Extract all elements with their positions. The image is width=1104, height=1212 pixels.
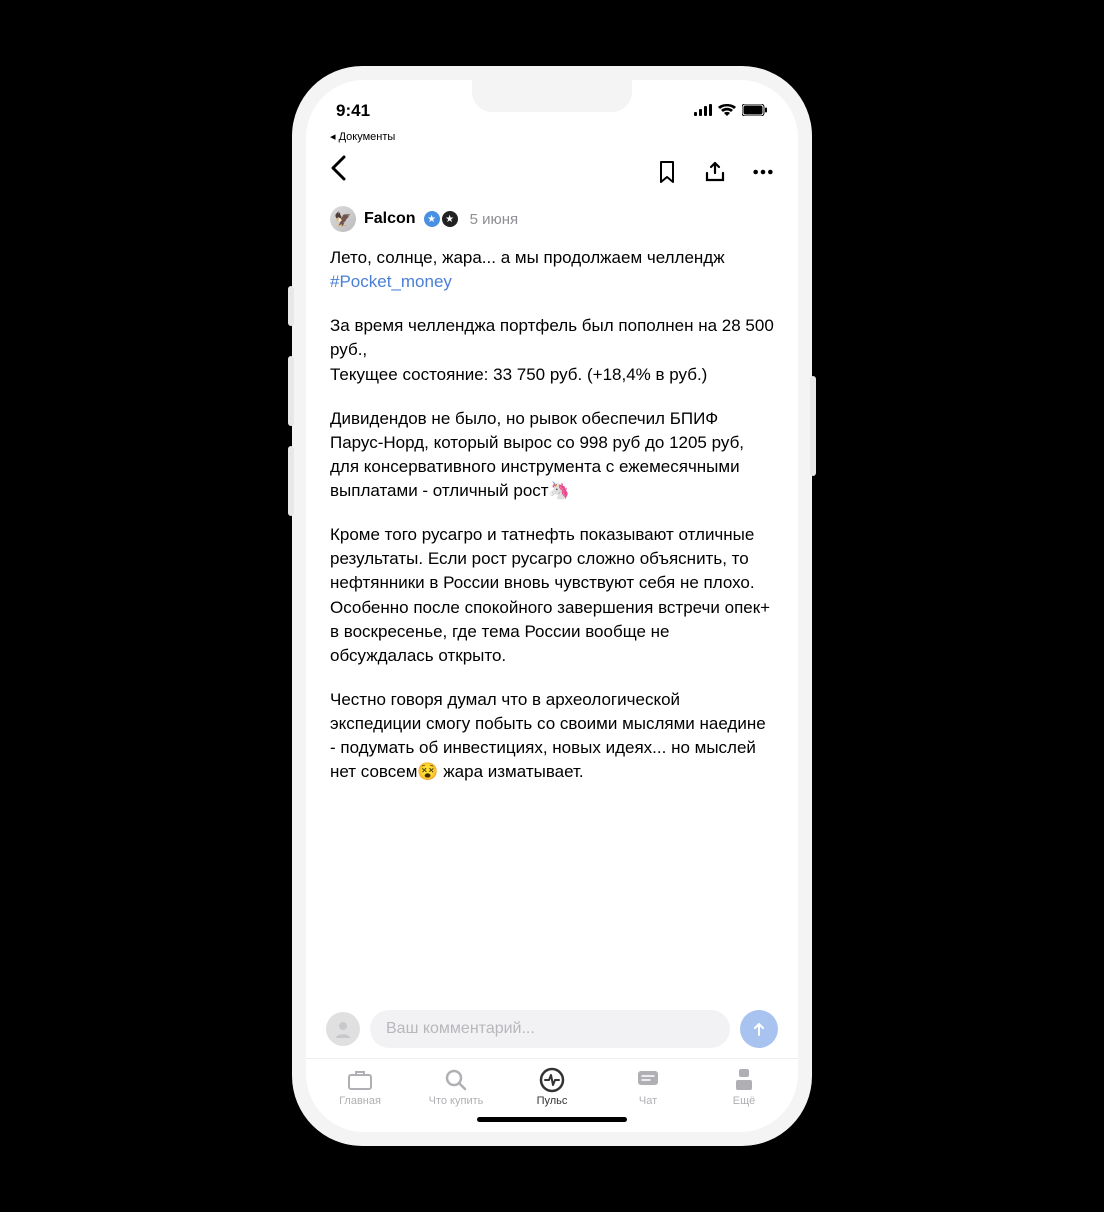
- tab-buy[interactable]: Что купить: [408, 1067, 504, 1107]
- post-paragraph-4: Кроме того русагро и татнефть показывают…: [330, 523, 774, 668]
- volume-up-button: [288, 356, 294, 426]
- power-button: [810, 376, 816, 476]
- more-icon[interactable]: [752, 161, 774, 183]
- author-avatar[interactable]: 🦅: [330, 206, 356, 232]
- tab-more[interactable]: Ещё: [696, 1067, 792, 1107]
- wifi-icon: [718, 101, 736, 121]
- post-paragraph-5: Честно говоря думал что в археологическо…: [330, 688, 774, 785]
- screen: 9:41 ◂ Документы: [306, 80, 798, 1132]
- briefcase-icon: [346, 1067, 374, 1093]
- share-icon[interactable]: [704, 161, 726, 183]
- post-body: Лето, солнце, жара... а мы продолжаем че…: [306, 246, 798, 1000]
- bookmark-icon[interactable]: [656, 161, 678, 183]
- tab-label: Пульс: [537, 1095, 568, 1107]
- pulse-icon: [538, 1067, 566, 1093]
- user-avatar[interactable]: [326, 1012, 360, 1046]
- battery-icon: [742, 101, 768, 121]
- back-button[interactable]: [330, 155, 346, 188]
- post-paragraph-1: Лето, солнце, жара... а мы продолжаем че…: [330, 246, 774, 294]
- comment-input[interactable]: Ваш комментарий...: [370, 1010, 730, 1048]
- bottom-nav: Главная Что купить Пульс Чат: [306, 1058, 798, 1111]
- top-nav: [306, 147, 798, 200]
- verified-badge-icon: ★: [424, 211, 440, 227]
- tab-label: Чат: [639, 1095, 657, 1107]
- post-paragraph-2: За время челленджа портфель был пополнен…: [330, 314, 774, 386]
- device-notch: [472, 80, 632, 112]
- status-time: 9:41: [336, 101, 370, 121]
- tab-chat[interactable]: Чат: [600, 1067, 696, 1107]
- send-button[interactable]: [740, 1010, 778, 1048]
- mute-switch: [288, 286, 294, 326]
- tab-label: Главная: [339, 1095, 381, 1107]
- pro-badge-icon: ★: [442, 211, 458, 227]
- tab-pulse[interactable]: Пульс: [504, 1067, 600, 1107]
- search-icon: [442, 1067, 470, 1093]
- volume-down-button: [288, 446, 294, 516]
- signal-icon: [694, 101, 712, 121]
- profile-icon: [730, 1067, 758, 1093]
- post-intro-text: Лето, солнце, жара... а мы продолжаем че…: [330, 248, 725, 267]
- comment-bar: Ваш комментарий...: [306, 1000, 798, 1058]
- home-indicator[interactable]: [477, 1117, 627, 1122]
- chat-icon: [634, 1067, 662, 1093]
- post-date: 5 июня: [470, 211, 519, 228]
- post-header: 🦅 Falcon ★ ★ 5 июня: [306, 200, 798, 246]
- phone-frame: 9:41 ◂ Документы: [292, 66, 812, 1146]
- post-paragraph-3: Дивидендов не было, но рывок обеспечил Б…: [330, 407, 774, 504]
- hashtag-link[interactable]: #Pocket_money: [330, 272, 452, 291]
- tab-label: Что купить: [429, 1095, 484, 1107]
- tab-label: Ещё: [733, 1095, 756, 1107]
- breadcrumb-back[interactable]: ◂ Документы: [306, 130, 798, 147]
- tab-home[interactable]: Главная: [312, 1067, 408, 1107]
- author-name[interactable]: Falcon: [364, 210, 416, 228]
